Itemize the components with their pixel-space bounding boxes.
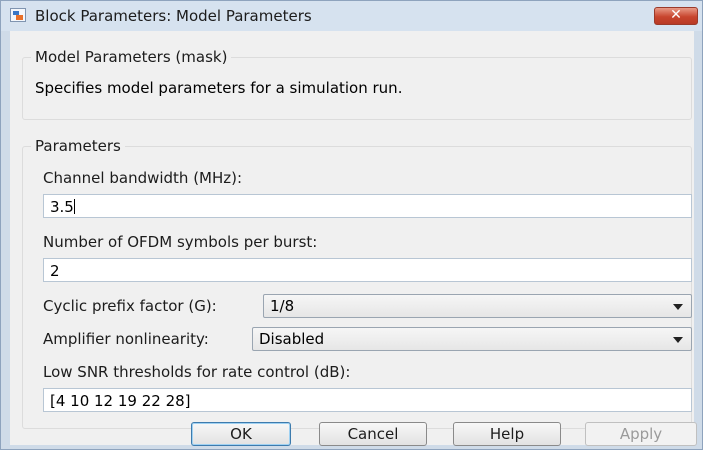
window-title: Block Parameters: Model Parameters [35,7,312,25]
title-bar[interactable]: Block Parameters: Model Parameters ✕ [1,1,702,31]
snr-thresholds-field[interactable]: [4 10 12 19 22 28] [43,388,692,412]
chevron-down-icon [673,337,683,343]
cyclic-prefix-label: Cyclic prefix factor (G): [43,297,217,315]
cancel-button[interactable]: Cancel [319,422,427,446]
amplifier-nonlinearity-select[interactable]: Disabled [252,327,692,351]
ofdm-symbols-value: 2 [50,262,60,280]
text-caret [73,199,75,214]
cyclic-prefix-value: 1/8 [270,297,295,315]
mask-description: Specifies model parameters for a simulat… [35,79,403,97]
ok-button[interactable]: OK [191,422,291,446]
block-parameters-icon [10,8,26,22]
amplifier-nonlinearity-label: Amplifier nonlinearity: [43,330,209,348]
apply-button[interactable]: Apply [585,422,697,446]
dialog-content: Model Parameters (mask) Specifies model … [10,31,694,445]
snr-thresholds-value: [4 10 12 19 22 28] [50,392,191,410]
channel-bandwidth-label: Channel bandwidth (MHz): [43,169,243,187]
mask-group-legend: Model Parameters (mask) [35,48,228,66]
help-button[interactable]: Help [453,422,561,446]
ofdm-symbols-field[interactable]: 2 [43,258,692,282]
dialog-window: Block Parameters: Model Parameters ✕ Mod… [0,0,703,450]
chevron-down-icon [673,304,683,310]
close-icon: ✕ [670,7,682,23]
parameters-group-legend: Parameters [35,137,121,155]
snr-thresholds-label: Low SNR thresholds for rate control (dB)… [43,363,351,381]
ofdm-symbols-label: Number of OFDM symbols per burst: [43,233,318,251]
cyclic-prefix-select[interactable]: 1/8 [263,294,692,318]
channel-bandwidth-field[interactable]: 3.5 [43,194,692,218]
close-button[interactable]: ✕ [654,7,698,25]
amplifier-nonlinearity-value: Disabled [259,330,325,348]
channel-bandwidth-value: 3.5 [50,198,74,216]
